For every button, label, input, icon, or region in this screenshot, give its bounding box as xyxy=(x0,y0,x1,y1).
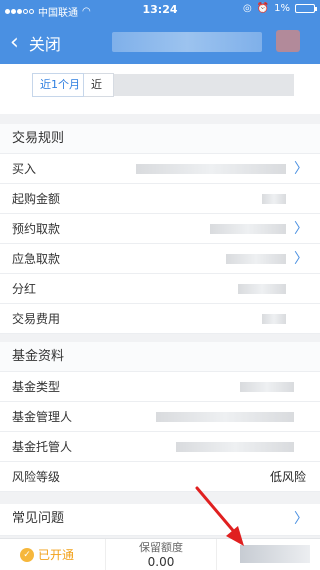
annotation-arrow-icon xyxy=(195,486,244,546)
